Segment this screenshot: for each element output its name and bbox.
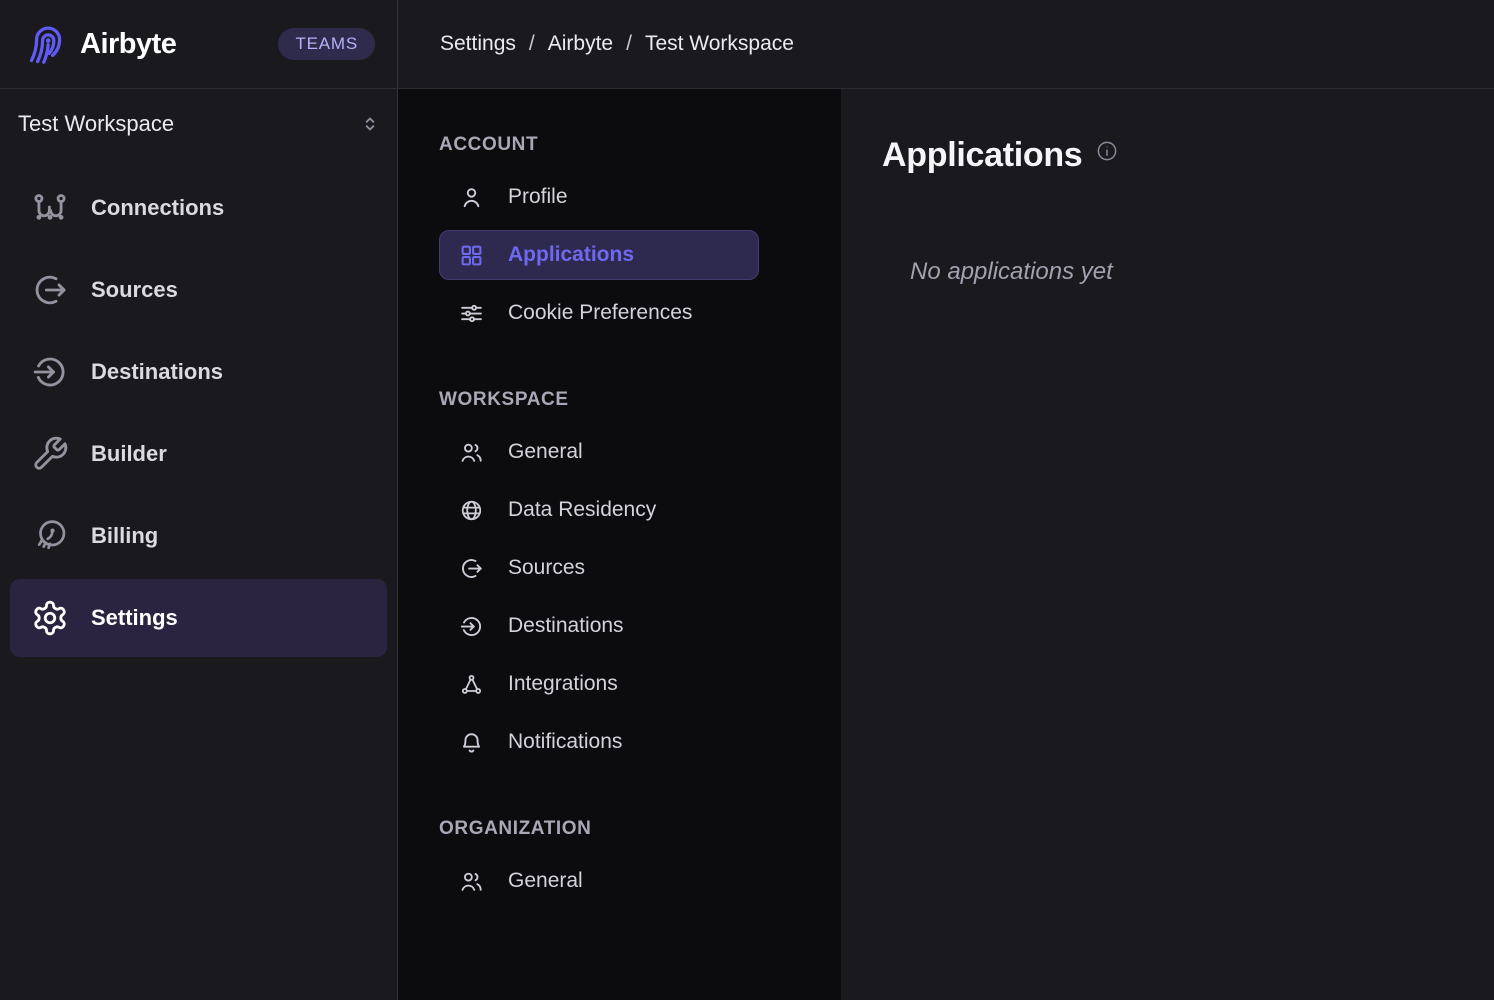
settings-section-organization: ORGANIZATION General	[398, 817, 841, 906]
sidebar-item-connections[interactable]: Connections	[10, 169, 387, 247]
settings-section-workspace: WORKSPACE General Data Residency Sources	[398, 388, 841, 767]
section-title-account: ACCOUNT	[439, 133, 841, 157]
sidebar-item-label: Sources	[91, 277, 178, 303]
teams-badge: TEAMS	[278, 28, 375, 60]
nav-item-label: Data Residency	[508, 498, 656, 522]
source-icon	[30, 270, 70, 310]
breadcrumb-test-workspace[interactable]: Test Workspace	[645, 32, 794, 56]
grid-icon	[459, 243, 484, 268]
destination-icon	[459, 614, 484, 639]
brand-area: Airbyte TEAMS	[0, 0, 398, 88]
settings-nav-panel: ACCOUNT Profile Applications Cookie Pref…	[398, 89, 841, 1000]
settings-nav-item-workspace-general[interactable]: General	[439, 427, 759, 477]
breadcrumb-separator: /	[529, 32, 535, 56]
breadcrumb: Settings / Airbyte / Test Workspace	[398, 0, 794, 88]
section-title-workspace: WORKSPACE	[439, 388, 841, 412]
source-icon	[459, 556, 484, 581]
nav-item-label: Sources	[508, 556, 585, 580]
brand-name: Airbyte	[80, 28, 176, 61]
sidebar-item-sources[interactable]: Sources	[10, 251, 387, 329]
nav-item-label: Notifications	[508, 730, 622, 754]
breadcrumb-settings[interactable]: Settings	[440, 32, 516, 56]
user-icon	[459, 185, 484, 210]
chevron-up-down-icon[interactable]	[359, 111, 381, 137]
page-title: Applications	[882, 136, 1082, 174]
nav-item-label: General	[508, 440, 583, 464]
settings-nav-item-organization-general[interactable]: General	[439, 856, 759, 906]
sidebar-item-builder[interactable]: Builder	[10, 415, 387, 493]
settings-nav-item-data-residency[interactable]: Data Residency	[439, 485, 759, 535]
sidebar-item-billing[interactable]: Billing	[10, 497, 387, 575]
settings-nav-item-sources[interactable]: Sources	[439, 543, 759, 593]
nav-item-label: Destinations	[508, 614, 624, 638]
section-title-organization: ORGANIZATION	[439, 817, 841, 841]
breadcrumb-separator: /	[626, 32, 632, 56]
sidebar-item-label: Destinations	[91, 359, 223, 385]
sidebar-item-label: Settings	[91, 605, 178, 631]
nav-item-label: Profile	[508, 185, 568, 209]
nav-item-label: Cookie Preferences	[508, 301, 692, 325]
nav-item-label: Integrations	[508, 672, 618, 696]
workspace-switcher-label: Test Workspace	[18, 111, 174, 137]
sidebar-item-label: Builder	[91, 441, 167, 467]
settings-section-account: ACCOUNT Profile Applications Cookie Pref…	[398, 133, 841, 338]
empty-state-message: No applications yet	[910, 258, 1494, 286]
settings-nav-item-applications[interactable]: Applications	[439, 230, 759, 280]
sliders-icon	[459, 301, 484, 326]
settings-nav-item-profile[interactable]: Profile	[439, 172, 759, 222]
users-icon	[459, 869, 484, 894]
connections-icon	[30, 188, 70, 228]
nav-item-label: General	[508, 869, 583, 893]
top-bar: Airbyte TEAMS Settings / Airbyte / Test …	[0, 0, 1494, 89]
wrench-icon	[30, 434, 70, 474]
sidebar-item-settings[interactable]: Settings	[10, 579, 387, 657]
coin-icon	[30, 516, 70, 556]
info-icon[interactable]	[1096, 140, 1118, 162]
nav-item-label: Applications	[508, 243, 634, 267]
sidebar-item-label: Billing	[91, 523, 158, 549]
users-icon	[459, 440, 484, 465]
content-row: Test Workspace Connections Sources Desti…	[0, 89, 1494, 1000]
airbyte-app: Airbyte TEAMS Settings / Airbyte / Test …	[0, 0, 1494, 1000]
globe-icon	[459, 498, 484, 523]
sidebar-item-label: Connections	[91, 195, 224, 221]
gear-icon	[30, 598, 70, 638]
airbyte-logo-icon	[22, 20, 70, 68]
sidebar-nav: Connections Sources Destinations Builder…	[0, 169, 397, 657]
nodes-icon	[459, 672, 484, 697]
settings-nav-item-notifications[interactable]: Notifications	[439, 717, 759, 767]
sidebar-item-destinations[interactable]: Destinations	[10, 333, 387, 411]
main-content: Applications No applications yet	[841, 89, 1494, 1000]
settings-nav-item-cookie-preferences[interactable]: Cookie Preferences	[439, 288, 759, 338]
breadcrumb-airbyte[interactable]: Airbyte	[548, 32, 613, 56]
destination-icon	[30, 352, 70, 392]
bell-icon	[459, 730, 484, 755]
sidebar: Test Workspace Connections Sources Desti…	[0, 89, 398, 1000]
page-title-row: Applications	[882, 136, 1494, 174]
settings-nav-item-integrations[interactable]: Integrations	[439, 659, 759, 709]
workspace-switcher[interactable]: Test Workspace	[0, 100, 397, 148]
settings-nav-item-destinations[interactable]: Destinations	[439, 601, 759, 651]
